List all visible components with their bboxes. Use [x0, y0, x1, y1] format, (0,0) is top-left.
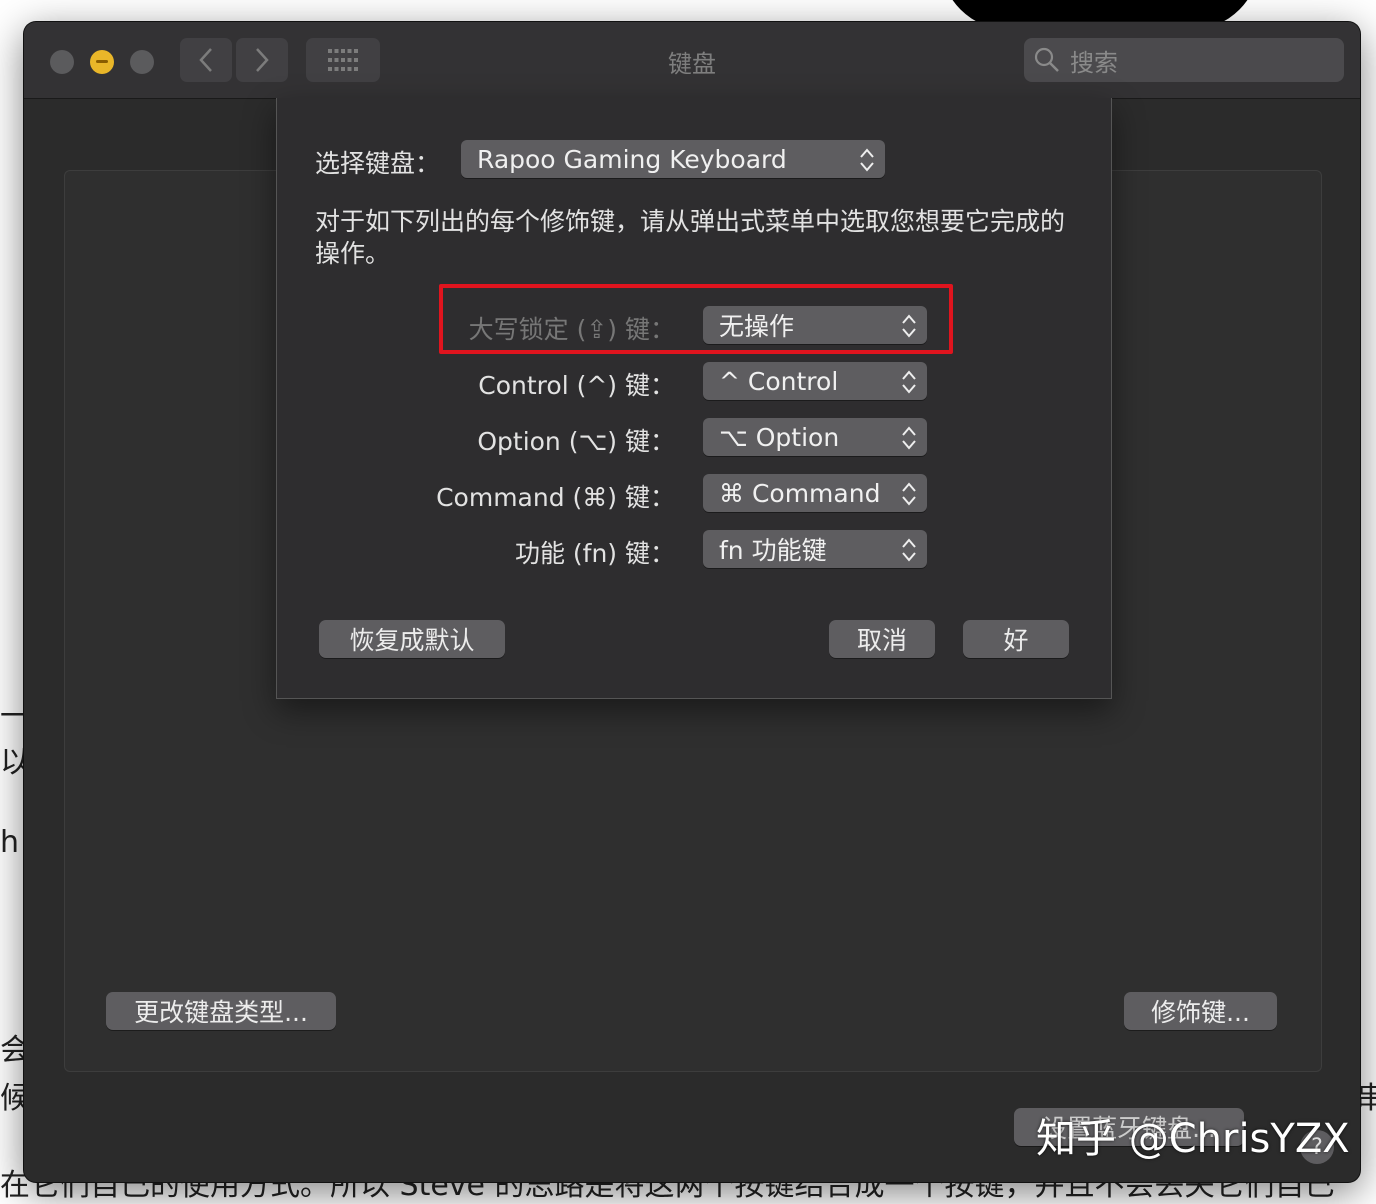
search-placeholder: 搜索	[1070, 48, 1118, 77]
search-field[interactable]: 搜索	[1024, 38, 1344, 82]
up-down-chevron-icon	[902, 426, 916, 450]
keyboard-select-value: Rapoo Gaming Keyboard	[477, 144, 787, 174]
instruction-text: 对于如下列出的每个修饰键，请从弹出式菜单中选取您想要它完成的操作。	[315, 207, 1066, 268]
background-text-fragment: h	[0, 825, 20, 860]
modifier-keys-sheet: 选择键盘： Rapoo Gaming Keyboard 对于如下列出的每个修饰键…	[276, 98, 1112, 699]
option-key-value: ⌥ Option	[719, 422, 840, 452]
restore-defaults-button[interactable]: 恢复成默认	[319, 620, 505, 658]
cancel-button[interactable]: 取消	[829, 620, 935, 658]
search-icon	[1034, 47, 1059, 72]
keyboard-select-popup[interactable]: Rapoo Gaming Keyboard	[461, 140, 885, 178]
function-key-value: fn 功能键	[719, 536, 827, 565]
up-down-chevron-icon	[902, 482, 916, 506]
ok-button[interactable]: 好	[963, 620, 1069, 658]
command-key-value: ⌘ Command	[719, 478, 881, 508]
control-key-value: ^ Control	[719, 366, 839, 396]
up-down-chevron-icon	[902, 538, 916, 562]
command-key-label: Command (⌘) 键：	[436, 483, 675, 512]
title-bar: 键盘 搜索	[24, 22, 1360, 99]
function-key-popup[interactable]: fn 功能键	[703, 530, 927, 568]
watermark: 知乎 @ChrisYZX	[1036, 1116, 1350, 1162]
control-key-popup[interactable]: ^ Control	[703, 362, 927, 400]
option-key-label: Option (⌥) 键：	[477, 427, 675, 456]
select-keyboard-label: 选择键盘：	[315, 149, 441, 178]
change-keyboard-type-button[interactable]: 更改键盘类型...	[106, 992, 336, 1030]
control-key-label: Control (^) 键：	[478, 371, 675, 400]
caps-lock-highlight-box	[439, 284, 953, 354]
up-down-chevron-icon	[902, 370, 916, 394]
up-down-chevron-icon	[860, 148, 874, 172]
modifier-keys-button[interactable]: 修饰键...	[1124, 992, 1277, 1030]
option-key-popup[interactable]: ⌥ Option	[703, 418, 927, 456]
keyboard-preferences-window: 键盘 搜索 更改键盘类型... 修饰键... 设置蓝牙键盘... ? 选择键盘：…	[24, 22, 1360, 1182]
command-key-popup[interactable]: ⌘ Command	[703, 474, 927, 512]
function-key-label: 功能 (fn) 键：	[514, 539, 675, 568]
